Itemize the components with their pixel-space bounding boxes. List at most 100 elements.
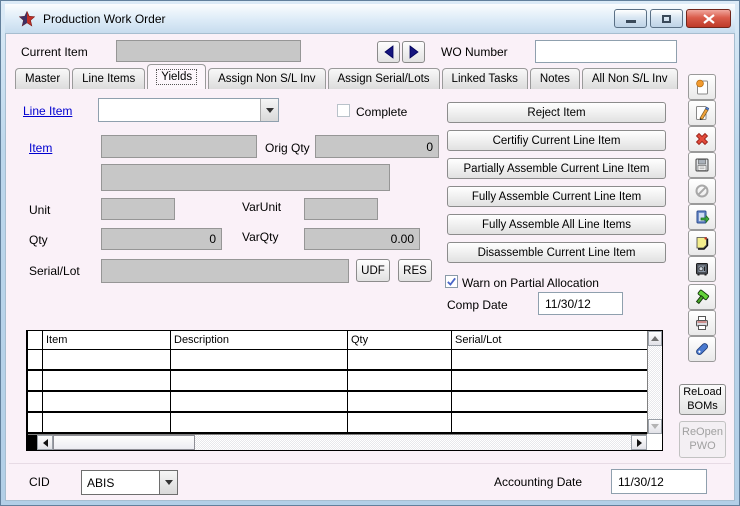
edit-icon [693,104,711,122]
partially-assemble-button[interactable]: Partially Assemble Current Line Item [447,158,666,179]
cid-combobox[interactable]: ABIS [81,470,178,495]
vertical-scrollbar[interactable] [647,331,662,434]
table-cell[interactable] [171,350,348,369]
complete-checkbox[interactable] [337,104,350,117]
down-arrow-icon [651,424,659,429]
reopen-pwo-label: ReOpen PWO [680,426,725,454]
yields-table: Item Description Qty Serial/Lot [26,330,663,451]
table-row[interactable] [28,413,647,434]
tab-master[interactable]: Master [15,68,70,89]
tab-assign-non-sl-inv[interactable]: Assign Non S/L Inv [208,68,325,89]
table-cell[interactable] [43,392,171,411]
next-record-button[interactable] [402,41,425,63]
warn-partial-allocation-checkbox[interactable] [445,275,458,288]
scroll-right-button[interactable] [631,435,647,450]
udf-button[interactable]: UDF [356,259,390,282]
row-selector[interactable] [28,350,43,369]
scroll-track[interactable] [195,435,631,450]
res-button[interactable]: RES [398,259,432,282]
accounting-date-input[interactable] [611,469,707,494]
check-icon [446,276,457,287]
line-item-link[interactable]: Line Item [23,104,72,118]
row-selector[interactable] [28,392,43,411]
toolbar-button-tag[interactable] [688,336,716,362]
reopen-pwo-button[interactable]: ReOpen PWO [679,421,726,458]
comp-date-input[interactable] [538,292,623,315]
toolbar-button-find[interactable] [688,74,716,100]
minimize-button[interactable] [614,9,647,28]
up-arrow-icon [651,336,659,341]
table-row[interactable] [28,350,647,371]
scroll-up-button[interactable] [648,331,662,346]
line-item-combobox[interactable] [98,98,279,122]
document-flag-icon [693,78,711,96]
table-row[interactable] [28,371,647,392]
toolbar-button-print[interactable] [688,310,716,336]
toolbar-button-cancel[interactable] [688,178,716,204]
table-cell[interactable] [452,413,647,432]
table-cell[interactable] [452,350,647,369]
table-row[interactable] [28,392,647,413]
header-selector-cell [28,331,43,349]
toolbar-button-safe[interactable] [688,256,716,282]
line-item-dropdown-button[interactable] [260,99,278,121]
toolbar-button-exit[interactable] [688,204,716,230]
scroll-left-button[interactable] [37,435,53,450]
table-cell[interactable] [348,371,452,390]
app-star-icon [19,11,35,27]
table-cell[interactable] [43,350,171,369]
fully-assemble-all-button[interactable]: Fully Assemble All Line Items [447,214,666,235]
tab-notes[interactable]: Notes [530,68,580,89]
table-cell[interactable] [171,413,348,432]
serial-lot-field [101,259,349,283]
row-selector[interactable] [28,371,43,390]
table-cell[interactable] [348,350,452,369]
prev-record-button[interactable] [377,41,400,63]
tab-assign-serial-lots[interactable]: Assign Serial/Lots [328,68,440,89]
table-cell[interactable] [171,392,348,411]
table-cell[interactable] [452,371,647,390]
toolbar-button-save[interactable] [688,152,716,178]
tab-yields[interactable]: Yields [147,64,206,89]
cid-dropdown-button[interactable] [159,471,177,494]
col-header-item[interactable]: Item [43,331,171,349]
left-arrow-icon [383,45,395,59]
print-icon [693,314,711,332]
scrollbar-gutter [28,435,37,450]
tab-linked-tasks[interactable]: Linked Tasks [442,68,528,89]
cid-value: ABIS [82,476,159,490]
table-cell[interactable] [171,371,348,390]
horizontal-scrollbar[interactable] [28,434,647,450]
chevron-down-icon [165,480,173,485]
row-selector[interactable] [28,413,43,432]
fully-assemble-current-button[interactable]: Fully Assemble Current Line Item [447,186,666,207]
tab-line-items[interactable]: Line Items [72,68,145,89]
toolbar-button-delete[interactable] [688,126,716,152]
tab-all-non-sl-inv[interactable]: All Non S/L Inv [582,68,678,89]
close-button[interactable] [686,9,731,28]
col-header-qty[interactable]: Qty [348,331,452,349]
disassemble-current-button[interactable]: Disassemble Current Line Item [447,242,666,263]
qty-field: 0 [101,228,222,250]
item-link[interactable]: Item [29,141,52,155]
certify-current-line-item-button[interactable]: Certifiy Current Line Item [447,130,666,151]
wo-number-input[interactable] [535,40,677,63]
horizontal-scroll-thumb[interactable] [53,435,195,450]
table-cell[interactable] [43,413,171,432]
toolbar-button-rebuild[interactable] [688,284,716,310]
table-cell[interactable] [43,371,171,390]
scroll-down-button[interactable] [648,419,662,434]
reject-item-button[interactable]: Reject Item [447,102,666,123]
restore-button[interactable] [650,9,683,28]
table-cell[interactable] [452,392,647,411]
var-unit-label: VarUnit [242,200,281,214]
col-header-description[interactable]: Description [171,331,348,349]
window-title: Production Work Order [43,12,166,26]
toolbar-button-notes[interactable] [688,230,716,256]
toolbar-button-edit[interactable] [688,100,716,126]
table-cell[interactable] [348,413,452,432]
current-item-field [116,40,301,62]
table-cell[interactable] [348,392,452,411]
col-header-serial-lot[interactable]: Serial/Lot [452,331,647,349]
reload-boms-button[interactable]: ReLoad BOMs [679,384,726,415]
